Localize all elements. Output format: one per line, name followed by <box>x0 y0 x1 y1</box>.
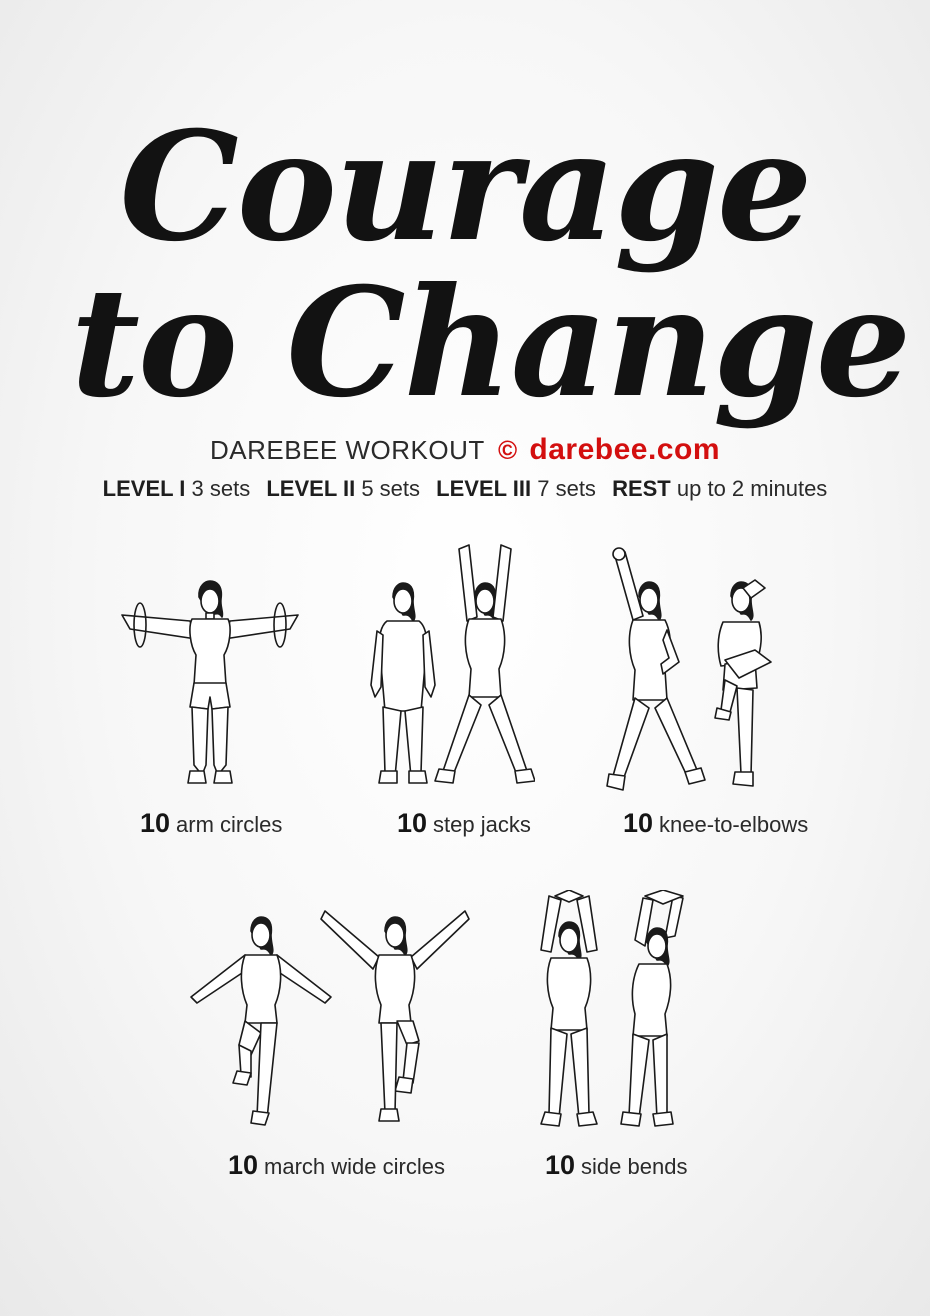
step-jacks-figure <box>370 544 535 784</box>
exercise-label-3: 10 knee-to-elbows <box>623 808 808 839</box>
side-bends-figure <box>540 890 684 1127</box>
exercise-label-4: 10 march wide circles <box>228 1150 445 1181</box>
exercise-count-3: 10 <box>623 808 654 838</box>
exercise-name-3: knee-to-elbows <box>659 812 809 837</box>
rest-label: REST <box>612 476 671 501</box>
level-3-label: LEVEL III <box>436 476 532 501</box>
exercise-label-2: 10 step jacks <box>397 808 531 839</box>
title-line-1: Courage <box>119 99 812 275</box>
march-wide-circles-figure <box>190 910 470 1126</box>
level-1-value: 3 sets <box>191 476 251 501</box>
exercise-name-1: arm circles <box>176 812 283 837</box>
level-2-value: 5 sets <box>361 476 421 501</box>
copyright-icon: © <box>498 435 518 465</box>
exercise-count-5: 10 <box>545 1150 576 1180</box>
exercise-name-5: side bends <box>581 1154 688 1179</box>
exercise-count-1: 10 <box>140 808 171 838</box>
exercise-name-2: step jacks <box>433 812 531 837</box>
level-2-label: LEVEL II <box>266 476 356 501</box>
levels-row: LEVEL I 3 sets LEVEL II 5 sets LEVEL III… <box>0 476 930 502</box>
rest-value: up to 2 minutes <box>676 476 828 501</box>
arm-circles-figure <box>121 580 299 784</box>
exercise-name-4: march wide circles <box>264 1154 445 1179</box>
subtitle: DAREBEE WORKOUT © darebee.com <box>0 433 930 467</box>
exercise-count-2: 10 <box>397 808 428 838</box>
level-1-label: LEVEL I <box>102 476 186 501</box>
site-link[interactable]: darebee.com <box>529 433 720 466</box>
title-line-2: to Change <box>70 255 912 431</box>
exercise-count-4: 10 <box>228 1150 259 1180</box>
subtitle-text: DAREBEE WORKOUT <box>209 435 485 465</box>
knee-to-elbows-figure <box>606 547 772 791</box>
exercise-label-5: 10 side bends <box>545 1150 687 1181</box>
level-3-value: 7 sets <box>537 476 596 501</box>
exercise-label-1: 10 arm circles <box>140 808 282 839</box>
